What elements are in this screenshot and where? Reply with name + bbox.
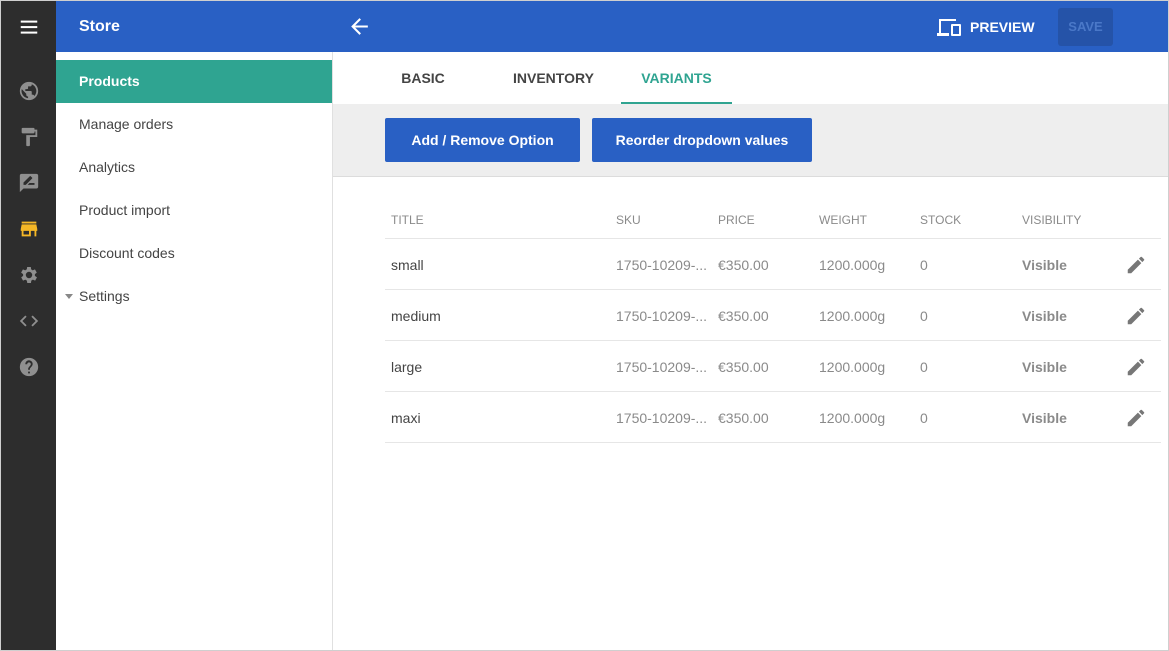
variant-price: €350.00 (718, 359, 769, 375)
pencil-icon (1127, 307, 1145, 325)
variant-weight: 1200.000g (819, 410, 886, 426)
variant-title: maxi (391, 410, 421, 426)
hamburger-icon (20, 20, 37, 34)
rail-item-settings[interactable] (1, 252, 56, 298)
app-window: Store PREVIEW SAVE Products Manage order… (0, 0, 1169, 651)
devices-icon (937, 18, 961, 36)
table-header: TITLE SKU PRICE WEIGHT STOCK VISIBILITY (385, 201, 1161, 239)
gear-icon (20, 267, 37, 283)
tab-basic-info[interactable]: BASIC INFO (385, 52, 461, 138)
add-remove-option-button[interactable]: Add / Remove Option (385, 118, 580, 162)
variant-sku: 1750-10209-... (616, 359, 708, 375)
rail-item-content[interactable] (1, 160, 56, 206)
table-row[interactable]: small 1750-10209-... €350.00 1200.000g 0… (385, 239, 1161, 290)
app-title: Store (56, 1, 333, 52)
rail-item-code[interactable] (1, 298, 56, 344)
variant-price: €350.00 (718, 257, 769, 273)
pencil-icon (1127, 409, 1145, 427)
edit-variant-button[interactable] (1125, 407, 1147, 429)
variant-stock: 0 (920, 257, 928, 273)
variant-weight: 1200.000g (819, 359, 886, 375)
variants-table: TITLE SKU PRICE WEIGHT STOCK VISIBILITY … (385, 201, 1161, 443)
sidebar-item-product-import[interactable]: Product import (56, 189, 332, 232)
store-icon (20, 221, 37, 237)
tab-variants[interactable]: VARIANTS (621, 52, 732, 104)
rail-item-globe[interactable] (1, 68, 56, 114)
sidebar-item-products[interactable]: Products (56, 60, 332, 103)
sidebar-item-settings-label: Settings (79, 288, 130, 304)
variant-stock: 0 (920, 308, 928, 324)
code-icon (19, 315, 38, 327)
sidebar-item-settings[interactable]: Settings (56, 275, 332, 318)
pencil-icon (1127, 256, 1145, 274)
tab-inventory[interactable]: INVENTORY (513, 52, 594, 104)
sidebar-item-discount-codes[interactable]: Discount codes (56, 232, 332, 275)
column-header-title: TITLE (391, 213, 424, 227)
column-header-sku: SKU (616, 213, 641, 227)
variant-title: small (391, 257, 424, 273)
pencil-icon (1127, 358, 1145, 376)
variant-sku: 1750-10209-... (616, 257, 708, 273)
sidebar-item-analytics[interactable]: Analytics (56, 146, 332, 189)
tab-bar: BASIC INFO INVENTORY VARIANTS (333, 52, 1168, 138)
variant-visibility: Visible (1022, 410, 1067, 426)
rail-item-design[interactable] (1, 114, 56, 160)
edit-variant-button[interactable] (1125, 356, 1147, 378)
variant-visibility: Visible (1022, 359, 1067, 375)
hamburger-menu-button[interactable] (1, 1, 56, 52)
column-header-weight: WEIGHT (819, 213, 867, 227)
variant-weight: 1200.000g (819, 308, 886, 324)
preview-button[interactable]: PREVIEW (936, 1, 1035, 52)
variant-title: large (391, 359, 423, 375)
column-header-visibility: VISIBILITY (1022, 213, 1082, 227)
main-header: PREVIEW SAVE (333, 1, 1168, 52)
variant-title: medium (391, 308, 441, 324)
rail-item-store[interactable] (1, 206, 56, 252)
variant-weight: 1200.000g (819, 257, 886, 273)
variant-sku: 1750-10209-... (616, 410, 708, 426)
variant-price: €350.00 (718, 410, 769, 426)
variant-price: €350.00 (718, 308, 769, 324)
sidebar: Products Manage orders Analytics Product… (56, 52, 333, 650)
rail-item-help[interactable] (1, 344, 56, 390)
edit-variant-button[interactable] (1125, 305, 1147, 327)
icon-rail (1, 1, 56, 650)
help-icon (19, 357, 38, 377)
caret-down-icon (65, 294, 73, 299)
edit-variant-button[interactable] (1125, 254, 1147, 276)
variant-stock: 0 (920, 359, 928, 375)
back-button[interactable] (347, 14, 372, 39)
variant-stock: 0 (920, 410, 928, 426)
reorder-dropdown-values-button[interactable]: Reorder dropdown values (592, 118, 812, 162)
table-row[interactable]: maxi 1750-10209-... €350.00 1200.000g 0 … (385, 392, 1161, 443)
edit-note-icon (19, 173, 38, 193)
variant-visibility: Visible (1022, 257, 1067, 273)
table-row[interactable]: medium 1750-10209-... €350.00 1200.000g … (385, 290, 1161, 341)
save-button[interactable]: SAVE (1058, 8, 1113, 46)
paint-roller-icon (21, 127, 37, 147)
arrow-back-icon (351, 18, 368, 35)
sidebar-item-manage-orders[interactable]: Manage orders (56, 103, 332, 146)
variant-sku: 1750-10209-... (616, 308, 708, 324)
variants-toolbar: Add / Remove Option Reorder dropdown val… (333, 104, 1168, 177)
column-header-price: PRICE (718, 213, 755, 227)
variant-visibility: Visible (1022, 308, 1067, 324)
column-header-stock: STOCK (920, 213, 962, 227)
globe-icon (19, 81, 38, 101)
table-row[interactable]: large 1750-10209-... €350.00 1200.000g 0… (385, 341, 1161, 392)
preview-label: PREVIEW (970, 18, 1035, 35)
